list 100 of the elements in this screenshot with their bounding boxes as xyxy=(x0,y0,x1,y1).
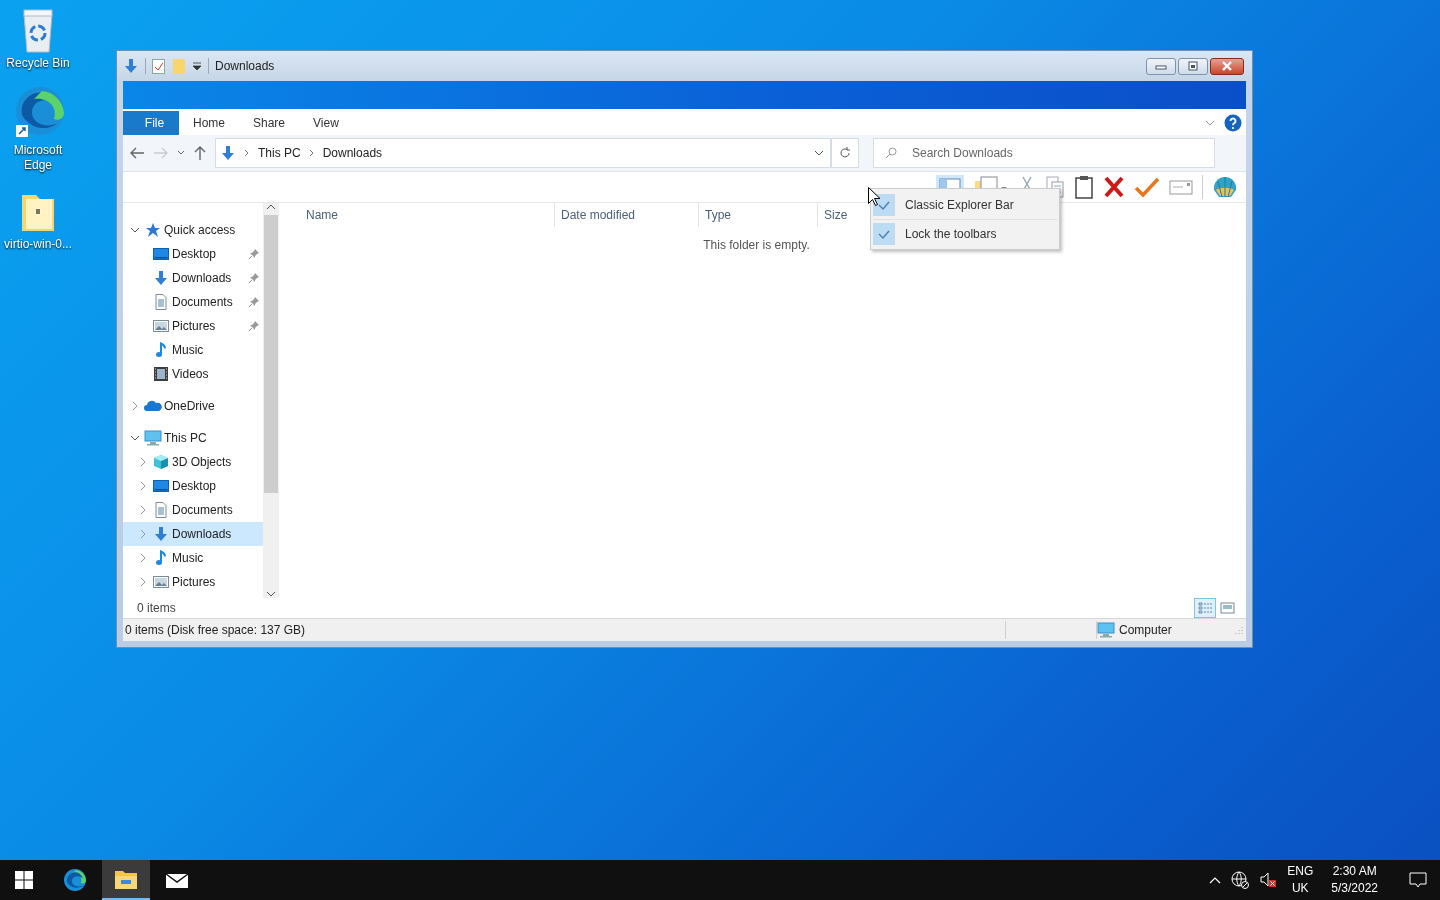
navigation-label: Documents xyxy=(172,295,234,309)
close-icon xyxy=(1220,61,1234,71)
thumbnails-view-icon xyxy=(1219,601,1235,615)
notification-icon[interactable] xyxy=(1409,871,1427,889)
film-strip-icon xyxy=(153,366,169,382)
scroll-down-icon xyxy=(266,590,276,598)
details-view-button[interactable] xyxy=(1194,598,1216,618)
expand-ribbon-chevron-icon[interactable] xyxy=(1204,118,1216,128)
navigation-item[interactable]: Desktop xyxy=(123,474,263,498)
navigation-item[interactable]: Downloads xyxy=(123,266,263,290)
cloud-icon xyxy=(144,399,162,413)
navigation-label: OneDrive xyxy=(164,399,216,413)
back-arrow-icon[interactable] xyxy=(129,146,145,160)
address-dropdown-caret-icon[interactable] xyxy=(814,149,824,157)
menu-item[interactable]: Lock the toolbars xyxy=(873,219,1057,247)
windows-logo-icon xyxy=(15,871,33,889)
customize-caret-icon[interactable] xyxy=(192,61,202,71)
expanded-chevron-icon[interactable] xyxy=(130,433,140,443)
column-header[interactable]: Type xyxy=(699,203,818,227)
column-header[interactable]: Size xyxy=(818,203,868,227)
scrollbar[interactable] xyxy=(263,203,279,598)
cube-icon xyxy=(153,454,169,470)
navigation-item[interactable]: Videos xyxy=(123,362,263,386)
navigation-item[interactable]: Documents xyxy=(123,498,263,522)
show-hidden-icons-chevron-icon[interactable] xyxy=(1209,876,1222,884)
navigation-item[interactable]: This PC xyxy=(123,426,263,450)
ribbon-tab[interactable]: File xyxy=(123,111,179,135)
download-arrow-icon xyxy=(123,58,139,74)
restore-button[interactable] xyxy=(1178,57,1208,75)
collapsed-chevron-icon[interactable] xyxy=(130,401,140,411)
address-field[interactable]: This PC Downloads xyxy=(215,138,831,168)
music-note-icon xyxy=(153,342,169,358)
download-arrow-icon xyxy=(220,145,236,161)
navigation-item[interactable]: Pictures xyxy=(123,570,263,594)
empty-folder-message: This folder is empty. xyxy=(703,238,810,252)
navigation-label: 3D Objects xyxy=(172,455,233,469)
recent-locations-caret-icon[interactable] xyxy=(177,149,185,157)
up-arrow-icon[interactable] xyxy=(193,145,207,161)
navigation-item[interactable]: OneDrive xyxy=(123,394,263,418)
navigation-label: Downloads xyxy=(172,527,233,541)
shell-globe-icon[interactable] xyxy=(1212,175,1238,199)
ribbon-tab[interactable]: Home xyxy=(179,111,239,135)
breadcrumb[interactable]: This PC xyxy=(258,146,301,160)
ribbon-tab[interactable]: View xyxy=(299,111,353,135)
search-icon xyxy=(885,147,897,159)
help-icon[interactable] xyxy=(1224,114,1242,132)
navigation-label: Downloads xyxy=(172,271,233,285)
navigation-item[interactable]: Downloads xyxy=(123,522,263,546)
navigation-item[interactable]: Documents xyxy=(123,290,263,314)
collapsed-chevron-icon[interactable] xyxy=(138,481,148,491)
navigation-label: Quick access xyxy=(164,223,237,237)
breadcrumb-separator-icon xyxy=(308,149,315,157)
breadcrumb-separator-icon xyxy=(244,149,250,157)
refresh-button[interactable] xyxy=(831,138,859,168)
music-note-icon xyxy=(153,550,169,566)
navigation-item[interactable]: Music xyxy=(123,338,263,362)
item-count: 0 items xyxy=(137,601,177,615)
clipboard-icon[interactable] xyxy=(1074,175,1094,199)
status-location: Computer xyxy=(1119,623,1172,637)
resize-grip-icon xyxy=(1235,626,1243,634)
collapsed-chevron-icon[interactable] xyxy=(138,457,148,467)
navigation-label: Music xyxy=(172,343,205,357)
column-header[interactable]: Date modified xyxy=(555,203,699,227)
details-view-icon xyxy=(1197,601,1213,615)
scroll-up-icon xyxy=(266,203,276,211)
navigation-item[interactable]: Desktop xyxy=(123,242,263,266)
star-icon xyxy=(145,222,161,238)
speaker-muted-icon[interactable] xyxy=(1259,871,1278,889)
close-button[interactable] xyxy=(1210,57,1244,75)
expanded-chevron-icon[interactable] xyxy=(130,225,140,235)
search-field[interactable]: Search Downloads xyxy=(873,138,1215,168)
delete-icon[interactable] xyxy=(1103,175,1125,199)
properties-icon[interactable] xyxy=(152,58,166,74)
navigation-item[interactable]: Music xyxy=(123,546,263,570)
collapsed-chevron-icon[interactable] xyxy=(138,529,148,539)
checkmark-icon[interactable] xyxy=(1134,175,1160,199)
navigation-label: Videos xyxy=(172,367,210,381)
input-language-indicator[interactable]: ENG UK xyxy=(1287,863,1314,897)
download-arrow-icon xyxy=(153,526,169,542)
navigation-item[interactable]: 3D Objects xyxy=(123,450,263,474)
restore-icon xyxy=(1186,61,1200,71)
collapsed-chevron-icon[interactable] xyxy=(138,553,148,563)
breadcrumb[interactable]: Downloads xyxy=(322,146,383,160)
column-header[interactable]: Name xyxy=(300,203,555,227)
navigation-label: Desktop xyxy=(172,479,218,493)
navigation-item[interactable]: Quick access xyxy=(123,218,263,242)
navigation-label: This PC xyxy=(164,431,208,445)
document-icon xyxy=(153,294,169,310)
clock[interactable]: 2:30 AM 5/3/2022 xyxy=(1331,863,1378,897)
collapsed-chevron-icon[interactable] xyxy=(138,577,148,587)
navigation-item[interactable]: Pictures xyxy=(123,314,263,338)
collapsed-chevron-icon[interactable] xyxy=(138,505,148,515)
ribbon-tab[interactable]: Share xyxy=(239,111,300,135)
computer-icon xyxy=(1097,622,1115,638)
document-icon xyxy=(153,502,169,518)
folder-icon xyxy=(114,868,138,890)
navigation-label: Pictures xyxy=(172,575,217,589)
taskbar-app-button[interactable] xyxy=(102,860,150,900)
network-globe-icon[interactable] xyxy=(1231,871,1250,889)
navigation-label: Pictures xyxy=(172,319,217,333)
